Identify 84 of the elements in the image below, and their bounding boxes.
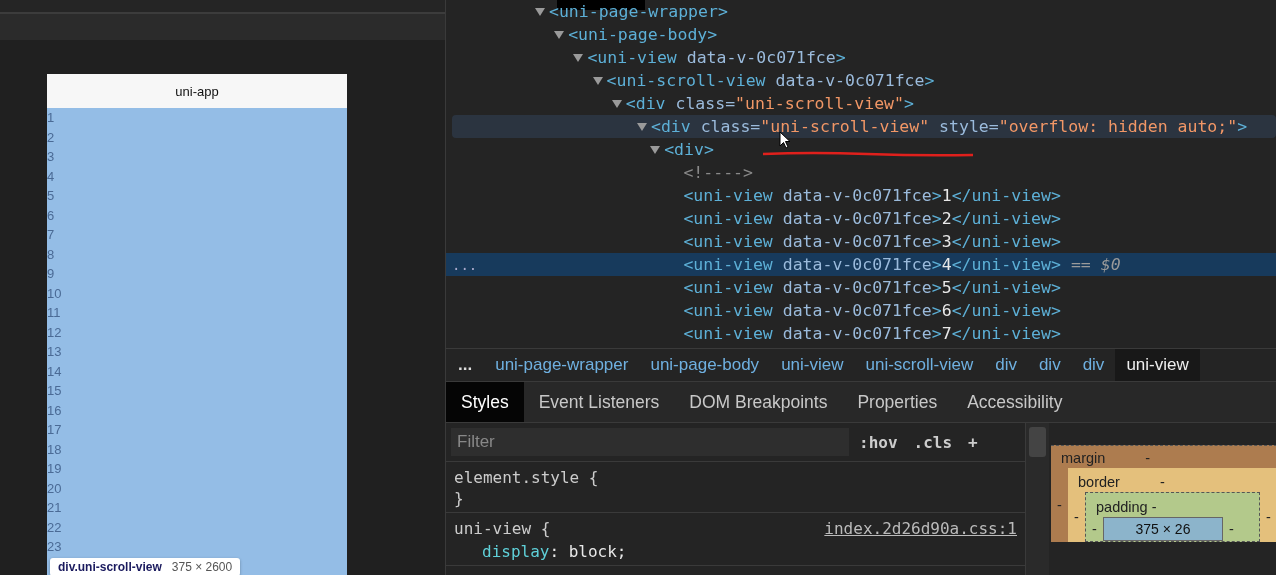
- list-item: 10: [47, 284, 63, 303]
- panel-tab[interactable]: DOM Breakpoints: [674, 382, 843, 422]
- caret-icon[interactable]: [592, 75, 603, 86]
- list-item: 3: [47, 148, 56, 166]
- dom-node[interactable]: <uni-scroll-view data-v-0c071fce>: [446, 69, 1276, 92]
- list-item: 21: [47, 499, 63, 517]
- closing-brace: }: [454, 489, 465, 508]
- pointer-icon: [779, 131, 791, 149]
- box-value: -: [1265, 509, 1272, 525]
- list-item: 14: [47, 362, 63, 381]
- scrollbar-thumb[interactable]: [1029, 427, 1046, 457]
- dom-node[interactable]: <uni-view data-v-0c071fce>3</uni-view>: [446, 230, 1276, 253]
- dom-node[interactable]: <div class="uni-scroll-view" style="overflow: hidden auto;">: [452, 115, 1276, 138]
- box-value: -: [1228, 521, 1235, 537]
- toggle-button[interactable]: +: [962, 432, 984, 452]
- dom-node[interactable]: <uni-view data-v-0c071fce>5</uni-view>: [446, 276, 1276, 299]
- list-item: 15: [47, 382, 63, 400]
- box-value: -: [1159, 474, 1165, 490]
- panel-tab[interactable]: Styles: [446, 382, 524, 422]
- list-item: 20: [47, 479, 63, 498]
- box-label: border: [1078, 474, 1120, 490]
- panel-tab[interactable]: Properties: [842, 382, 953, 422]
- box-value: -: [1145, 450, 1151, 466]
- caret-icon[interactable]: [650, 144, 661, 155]
- list-item: 6: [47, 206, 56, 225]
- box-label: margin: [1061, 450, 1106, 466]
- panel-tab[interactable]: Accessibility: [952, 382, 1078, 422]
- panel-tab[interactable]: Event Listeners: [523, 382, 675, 422]
- list-item: 17: [47, 421, 63, 439]
- box-value: -: [1073, 509, 1080, 525]
- dom-node[interactable]: <uni-view data-v-0c071fce>: [446, 46, 1276, 69]
- caret-icon[interactable]: [637, 121, 647, 132]
- caret-icon[interactable]: [611, 98, 622, 109]
- dom-node[interactable]: <!---->: [446, 161, 1276, 184]
- dom-node[interactable]: <div>: [446, 138, 1276, 161]
- tooltip-size: 375 × 2600: [171, 560, 233, 574]
- breadcrumb[interactable]: uni-scroll-view: [854, 349, 985, 381]
- breadcrumb[interactable]: div: [1027, 349, 1072, 381]
- dom-node[interactable]: <uni-view data-v-0c071fce>6</uni-view>: [446, 299, 1276, 322]
- list-item: 8: [47, 245, 56, 264]
- list-item: 11: [47, 304, 62, 322]
- source-link[interactable]: index.2d26d90a.css:1: [824, 519, 1017, 538]
- breadcrumb[interactable]: uni-view: [1115, 349, 1200, 381]
- css-declaration: display: block;: [481, 542, 628, 561]
- content-box: 375 × 26: [1103, 517, 1223, 541]
- list-item: 1: [47, 109, 56, 127]
- list-item: 23: [47, 538, 63, 556]
- breadcrumb[interactable]: uni-page-wrapper: [484, 349, 640, 381]
- box-value: -: [1091, 521, 1098, 537]
- more-button[interactable]: ...: [446, 355, 485, 375]
- toggle-button[interactable]: .cls: [907, 432, 959, 452]
- list-item: 4: [47, 167, 56, 186]
- list-item: 13: [47, 343, 63, 361]
- breadcrumb[interactable]: div: [984, 349, 1028, 381]
- app-title: uni-app: [47, 74, 347, 108]
- breadcrumb[interactable]: div: [1071, 349, 1116, 381]
- css-selector: element.style {: [454, 468, 599, 487]
- css-selector: uni-view {: [454, 519, 551, 538]
- list-item: 22: [47, 518, 63, 537]
- dom-node[interactable]: <uni-page-body>: [446, 23, 1276, 46]
- tooltip-selector: div.uni-scroll-view: [58, 560, 162, 574]
- caret-icon[interactable]: [554, 29, 565, 40]
- caret-icon[interactable]: [535, 6, 545, 17]
- dom-node[interactable]: <uni-view data-v-0c071fce>2</uni-view>: [446, 207, 1276, 230]
- filter-field[interactable]: Filter: [451, 428, 849, 456]
- dom-node[interactable]: <uni-view data-v-0c071fce>1</uni-view>: [446, 184, 1276, 207]
- list-item: 5: [47, 187, 56, 205]
- caret-icon[interactable]: [573, 52, 584, 63]
- dom-node[interactable]: <uni-page-wrapper>: [446, 0, 1276, 23]
- box-label: padding -: [1096, 499, 1157, 515]
- list-item: 7: [47, 226, 56, 244]
- list-item: 18: [47, 440, 63, 459]
- breadcrumb[interactable]: uni-view: [770, 349, 855, 381]
- breadcrumb[interactable]: uni-page-body: [639, 349, 771, 381]
- list-item: 19: [47, 460, 63, 478]
- dom-node[interactable]: <uni-view data-v-0c071fce>7</uni-view>: [446, 322, 1276, 345]
- list-item: 9: [47, 265, 56, 283]
- list-item: 2: [47, 128, 56, 147]
- box-value: -: [1056, 497, 1063, 513]
- dom-node[interactable]: ... <uni-view data-v-0c071fce>4</uni-view> == $0: [446, 253, 1276, 276]
- toggle-button[interactable]: :hov: [853, 432, 904, 452]
- dom-node[interactable]: <div class="uni-scroll-view">: [446, 92, 1276, 115]
- list-item: 12: [47, 323, 63, 342]
- list-item: 16: [47, 401, 63, 420]
